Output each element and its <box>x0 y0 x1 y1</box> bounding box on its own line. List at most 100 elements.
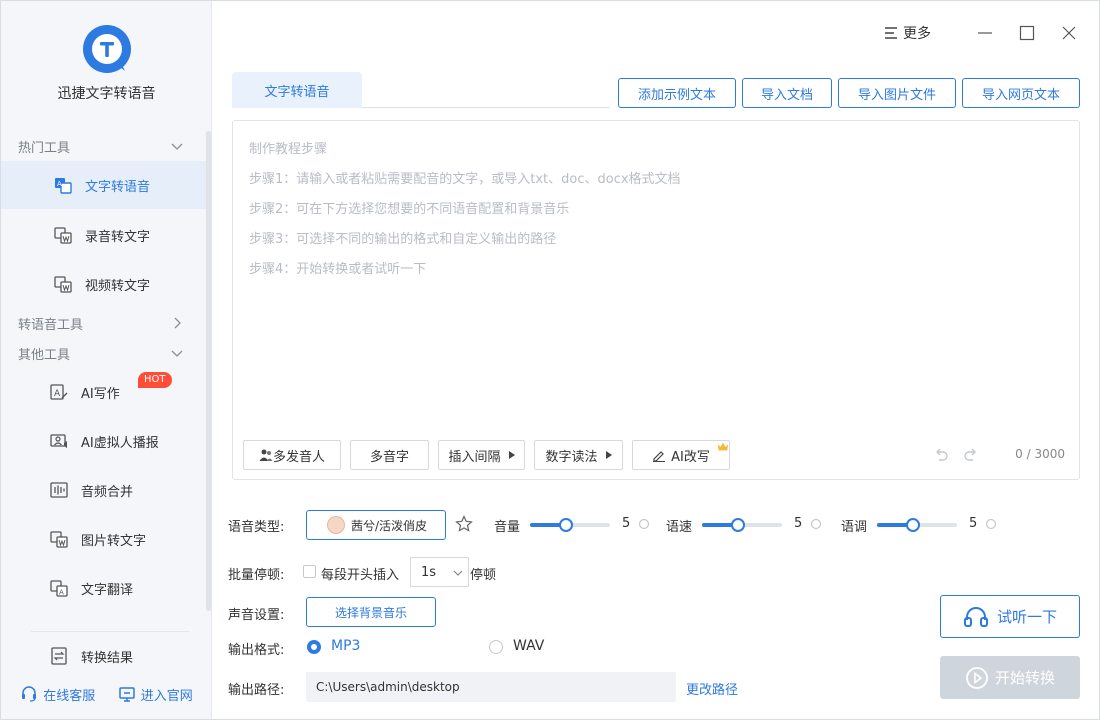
svg-text:A: A <box>57 180 62 188</box>
sidebar-item-ai-writing[interactable]: A AI写作 HOT <box>1 368 206 416</box>
more-menu-button[interactable]: 更多 <box>883 23 931 43</box>
start-convert-button[interactable]: 开始转换 <box>940 656 1080 699</box>
sidebar: 迅捷文字转语音 热门工具 A 文字转语音 录音转文字 视频转文字 转语音工具 其… <box>1 1 212 719</box>
monitor-icon <box>118 687 135 702</box>
editor-placeholder-line: 步骤3：可选择不同的输出的格式和自定义输出的路径 <box>249 232 557 247</box>
change-path-link[interactable]: 更改路径 <box>686 679 738 698</box>
crown-icon <box>717 442 729 451</box>
output-path-field[interactable]: C:\Users\admin\desktop <box>306 672 676 702</box>
multi-speaker-label: 多发音人 <box>272 449 325 465</box>
translate-icon: A <box>50 580 68 597</box>
batch-pause-checkbox[interactable] <box>303 565 316 578</box>
tab-text-to-speech[interactable]: 文字转语音 <box>232 72 362 108</box>
speed-value: 5 <box>794 516 803 531</box>
app-name: 迅捷文字转语音 <box>57 86 156 102</box>
ai-rewrite-button[interactable]: AI改写 <box>632 440 730 470</box>
slider-knob[interactable] <box>731 518 745 532</box>
text-to-speech-icon: A <box>55 178 72 194</box>
app-logo-icon <box>83 25 131 73</box>
voice-select-button[interactable]: 茜兮/活泼俏皮 <box>306 510 446 540</box>
insert-pause-button[interactable]: 插入间隔 <box>438 440 525 470</box>
online-service-label: 在线客服 <box>43 688 96 704</box>
section-label: 热门工具 <box>18 140 71 156</box>
section-other-tools[interactable]: 其他工具 <box>1 340 206 366</box>
image-to-text-icon <box>50 531 68 548</box>
batch-pause-label: 批量停顿: <box>228 568 285 583</box>
import-webpage-button[interactable]: 导入网页文本 <box>962 78 1080 108</box>
reset-icon[interactable] <box>638 518 650 530</box>
reset-icon[interactable] <box>985 518 997 530</box>
sidebar-item-label: 文字翻译 <box>81 582 134 598</box>
volume-label: 音量 <box>494 520 521 535</box>
pitch-slider[interactable] <box>877 518 957 532</box>
maximize-button[interactable] <box>1017 23 1037 43</box>
sidebar-scrollbar[interactable] <box>206 131 211 611</box>
preview-label: 试听一下 <box>996 608 1057 626</box>
video-to-text-icon <box>54 276 72 293</box>
svg-text:A: A <box>54 389 61 399</box>
play-circle-icon <box>966 666 988 689</box>
pause-duration-select[interactable]: 1s <box>410 557 469 587</box>
sidebar-item-results[interactable]: 转换结果 <box>1 632 206 680</box>
website-link[interactable]: 进入官网 <box>118 685 193 704</box>
speed-slider[interactable] <box>702 518 782 532</box>
volume-slider[interactable] <box>530 518 610 532</box>
website-label: 进入官网 <box>140 688 193 704</box>
pause-duration-value: 1s <box>421 564 437 580</box>
pencil-icon <box>653 451 666 462</box>
section-label: 转语音工具 <box>18 317 84 333</box>
sidebar-item-audio-to-text[interactable]: 录音转文字 <box>1 211 206 259</box>
section-hot-tools[interactable]: 热门工具 <box>1 133 206 159</box>
star-icon[interactable] <box>455 515 473 533</box>
audio-to-text-icon <box>54 227 72 244</box>
sidebar-item-translate[interactable]: A 文字翻译 <box>1 564 206 612</box>
editor-placeholder-line: 步骤1：请输入或者粘贴需要配音的文字，或导入txt、doc、docx格式文档 <box>249 172 681 187</box>
number-reading-button[interactable]: 数字读法 <box>534 440 623 470</box>
sidebar-item-virtual-anchor[interactable]: AI虚拟人播报 <box>1 417 206 465</box>
sidebar-item-label: 录音转文字 <box>85 229 151 245</box>
sidebar-item-text-to-speech[interactable]: A 文字转语音 <box>1 161 206 209</box>
character-counter: 0 / 3000 <box>1015 447 1065 461</box>
polyphone-button[interactable]: 多音字 <box>350 440 429 470</box>
editor-toolbar: 多发音人 多音字 插入间隔 数字读法 AI改写 <box>243 440 739 470</box>
hot-badge: HOT <box>138 372 172 388</box>
start-convert-label: 开始转换 <box>994 669 1055 687</box>
headphones-icon <box>963 606 988 627</box>
sidebar-item-audio-merge[interactable]: 音频合并 <box>1 466 206 514</box>
close-button[interactable] <box>1059 23 1079 43</box>
online-service-link[interactable]: 在线客服 <box>20 685 95 704</box>
text-editor[interactable]: 制作教程步骤 步骤1：请输入或者粘贴需要配音的文字，或导入txt、doc、doc… <box>232 120 1080 480</box>
redo-icon[interactable] <box>963 447 979 463</box>
import-image-button[interactable]: 导入图片文件 <box>838 78 956 108</box>
minimize-icon <box>978 32 992 34</box>
preview-button[interactable]: 试听一下 <box>940 595 1080 638</box>
ai-rewrite-label: AI改写 <box>671 449 710 465</box>
sidebar-footer: 在线客服 进入官网 <box>1 681 212 707</box>
reset-icon[interactable] <box>810 518 822 530</box>
format-mp3-label[interactable]: MP3 <box>331 638 360 654</box>
sidebar-item-label: AI写作 <box>81 386 120 402</box>
editor-placeholder-line: 制作教程步骤 <box>249 142 328 157</box>
sidebar-item-video-to-text[interactable]: 视频转文字 <box>1 260 206 308</box>
sidebar-item-image-to-text[interactable]: 图片转文字 <box>1 515 206 563</box>
multi-speaker-button[interactable]: 多发音人 <box>243 440 341 470</box>
voice-type-label: 语音类型: <box>228 520 285 535</box>
close-icon <box>1062 26 1076 40</box>
section-tts-tools[interactable]: 转语音工具 <box>1 310 206 336</box>
undo-icon[interactable] <box>933 447 949 463</box>
format-wav-label[interactable]: WAV <box>513 638 544 654</box>
add-sample-text-button[interactable]: 添加示例文本 <box>618 78 736 108</box>
slider-knob[interactable] <box>559 518 573 532</box>
voice-avatar <box>327 516 345 534</box>
format-mp3-radio[interactable] <box>307 640 321 654</box>
import-document-button[interactable]: 导入文档 <box>742 78 832 108</box>
minimize-button[interactable] <box>975 23 995 43</box>
chevron-right-icon <box>174 317 181 329</box>
select-bgm-button[interactable]: 选择背景音乐 <box>306 597 436 627</box>
slider-knob[interactable] <box>906 518 920 532</box>
voice-name: 茜兮/活泼俏皮 <box>351 518 428 533</box>
sidebar-item-label: 视频转文字 <box>85 278 151 294</box>
editor-placeholder-line: 步骤2：可在下方选择您想要的不同语音配置和背景音乐 <box>249 202 570 217</box>
format-wav-radio[interactable] <box>489 640 503 654</box>
chevron-down-icon <box>171 143 183 150</box>
